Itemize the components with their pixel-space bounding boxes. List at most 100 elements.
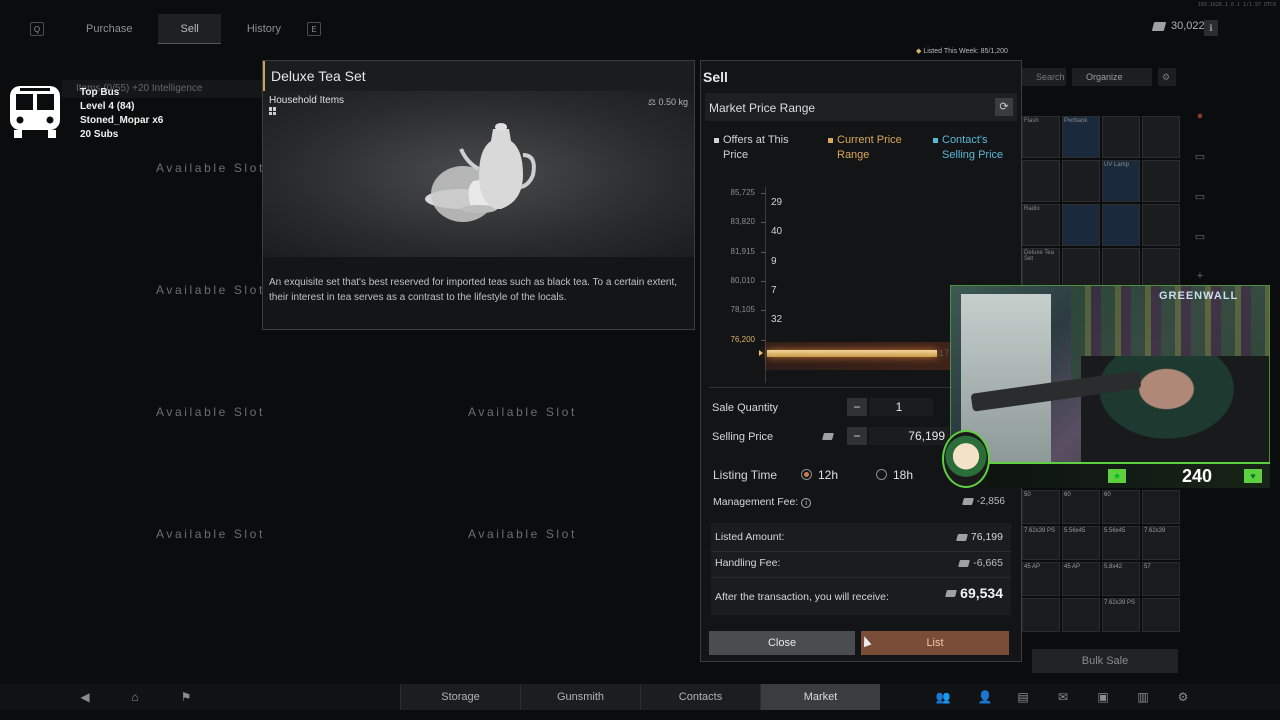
- search-input[interactable]: Search: [1022, 68, 1066, 86]
- friends-icon[interactable]: 👤: [976, 688, 994, 706]
- tick-mark: [761, 339, 766, 341]
- ammo-item[interactable]: 60: [1102, 490, 1140, 524]
- backpack-icon[interactable]: ●: [1186, 96, 1214, 136]
- listing-12h-radio[interactable]: [801, 469, 812, 480]
- inventory-item[interactable]: [1142, 160, 1180, 202]
- inventory-item[interactable]: [1062, 204, 1100, 246]
- currency-icon: [955, 533, 968, 541]
- listing-18h-label[interactable]: 18h: [893, 468, 913, 482]
- refresh-icon[interactable]: ⟳: [995, 98, 1013, 116]
- streamer-line: Top Bus: [80, 87, 120, 98]
- flag-icon[interactable]: ⚑: [177, 688, 195, 706]
- ammo-item[interactable]: 5.56x45: [1062, 526, 1100, 560]
- item-title: Deluxe Tea Set: [263, 61, 694, 91]
- chat-icon[interactable]: ▤: [1014, 688, 1032, 706]
- tab-sell[interactable]: Sell: [158, 14, 221, 44]
- ammo-item[interactable]: 7.62x39 PS: [1022, 526, 1060, 560]
- divider: [711, 577, 1011, 578]
- mail-icon[interactable]: ✉: [1054, 688, 1072, 706]
- ammo-item[interactable]: 45 AP: [1062, 562, 1100, 596]
- ammo-item[interactable]: 5.56x45: [1102, 526, 1140, 560]
- tab-purchase[interactable]: Purchase: [64, 14, 154, 44]
- sell-title: Sell: [703, 69, 728, 85]
- gear-icon[interactable]: ⚙: [1158, 68, 1176, 86]
- list-button[interactable]: List: [861, 631, 1009, 655]
- ammo-item[interactable]: 5.8x42: [1102, 562, 1140, 596]
- ammo-item[interactable]: 45 AP: [1022, 562, 1060, 596]
- info-icon[interactable]: i: [801, 498, 812, 508]
- info-icon[interactable]: ℹ: [1204, 20, 1218, 36]
- available-slot[interactable]: Available Slot: [156, 161, 265, 175]
- shop-icon[interactable]: ▣: [1094, 688, 1112, 706]
- inventory-item[interactable]: Pwrbank: [1062, 116, 1100, 158]
- inventory-item[interactable]: [1142, 116, 1180, 158]
- selling-price-label: Selling Price: [712, 431, 774, 443]
- tab-contacts[interactable]: Contacts: [640, 684, 760, 710]
- inventory-item[interactable]: Radio: [1022, 204, 1060, 246]
- inventory-item[interactable]: Deluxe Tea Set: [1022, 248, 1060, 290]
- tick-mark: [761, 251, 766, 253]
- vest-icon[interactable]: ▭: [1186, 136, 1214, 176]
- inventory-item[interactable]: [1022, 160, 1060, 202]
- ammo-item[interactable]: [1062, 598, 1100, 632]
- settings-icon[interactable]: ⚙: [1174, 688, 1192, 706]
- streamer-line: 20 Subs: [80, 129, 119, 140]
- stream-hud-bar: ★ 240 ♥: [986, 462, 1270, 488]
- ammo-item[interactable]: 60: [1062, 490, 1100, 524]
- home-icon[interactable]: ⌂: [126, 688, 144, 706]
- quantity-decrement-button[interactable]: −: [847, 398, 867, 416]
- hud-counter: 240: [1182, 466, 1213, 486]
- available-slot[interactable]: Available Slot: [156, 405, 265, 419]
- receive-amount: 69,534: [901, 585, 1003, 601]
- item-detail-panel: Deluxe Tea Set Household Items ⚖ 0.50 kg…: [262, 60, 695, 330]
- case-icon[interactable]: ▭: [1186, 216, 1214, 256]
- ammo-item[interactable]: 7.62x39: [1142, 526, 1180, 560]
- tab-storage[interactable]: Storage: [400, 684, 520, 710]
- inventory-item[interactable]: UV Lamp: [1102, 160, 1140, 202]
- pouch-icon[interactable]: ▭: [1186, 176, 1214, 216]
- log-icon[interactable]: ▥: [1134, 688, 1152, 706]
- transaction-summary: Listed Amount: 76,199 Handling Fee: -6,6…: [711, 523, 1011, 615]
- ammo-item[interactable]: [1142, 490, 1180, 524]
- inventory-item[interactable]: [1102, 248, 1140, 290]
- quantity-field[interactable]: 1: [869, 398, 933, 416]
- handling-fee-value: -6,665: [901, 557, 1003, 569]
- available-slot[interactable]: Available Slot: [156, 283, 265, 297]
- listed-amount-label: Listed Amount:: [715, 531, 785, 543]
- tab-gunsmith[interactable]: Gunsmith: [520, 684, 640, 710]
- inventory-item[interactable]: [1142, 248, 1180, 290]
- ammo-item[interactable]: 50: [1022, 490, 1060, 524]
- bulk-sale-button[interactable]: Bulk Sale: [1032, 649, 1178, 673]
- inventory-side-tools: ● ▭ ▭ ▭ +: [1186, 96, 1214, 296]
- available-slot[interactable]: Available Slot: [156, 527, 265, 541]
- inventory-item[interactable]: [1102, 204, 1140, 246]
- selling-price-field[interactable]: 76,199: [869, 427, 949, 445]
- ammo-item[interactable]: 57: [1142, 562, 1180, 596]
- currency-icon: [822, 433, 834, 440]
- inventory-item[interactable]: [1142, 204, 1180, 246]
- listing-12h-label[interactable]: 12h: [818, 468, 838, 482]
- inventory-item[interactable]: Flash: [1022, 116, 1060, 158]
- back-icon[interactable]: ◀: [76, 688, 94, 706]
- tab-market[interactable]: Market: [760, 684, 880, 710]
- listing-time-label: Listing Time: [713, 468, 778, 482]
- organize-button[interactable]: Organize: [1072, 68, 1152, 86]
- item-description: An exquisite set that's best reserved fo…: [269, 277, 678, 303]
- inventory-item[interactable]: [1062, 248, 1100, 290]
- close-button[interactable]: Close: [709, 631, 855, 655]
- offer-count-label: 40: [771, 226, 783, 238]
- streamer-avatar: [942, 430, 990, 488]
- inventory-item[interactable]: [1102, 116, 1140, 158]
- ammo-item[interactable]: [1022, 598, 1060, 632]
- available-slot[interactable]: Available Slot: [468, 527, 577, 541]
- squad-icon[interactable]: 👥: [934, 688, 952, 706]
- ammo-item[interactable]: 7.62x39 PS: [1102, 598, 1140, 632]
- top-nav: Q Purchase Sell History E: [30, 14, 322, 44]
- price-decrement-button[interactable]: −: [847, 427, 867, 445]
- tab-history[interactable]: History: [225, 14, 303, 44]
- legend-dot: [828, 138, 833, 143]
- inventory-item[interactable]: [1062, 160, 1100, 202]
- available-slot[interactable]: Available Slot: [468, 405, 577, 419]
- listing-18h-radio[interactable]: [876, 469, 887, 480]
- ammo-item[interactable]: [1142, 598, 1180, 632]
